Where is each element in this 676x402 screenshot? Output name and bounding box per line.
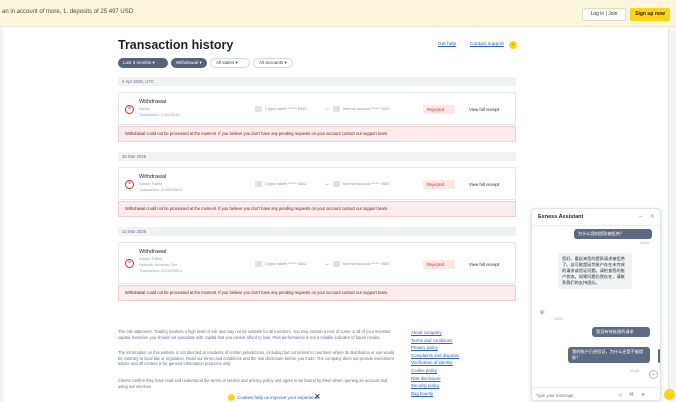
- arrow-right-icon: →: [324, 106, 330, 112]
- arrow-right-icon: →: [324, 181, 330, 187]
- footer-link[interactable]: Risk disclosure: [411, 375, 521, 383]
- chat-title: Exness Assistant: [538, 214, 584, 220]
- arrow-right-icon[interactable]: ›: [509, 41, 517, 49]
- error-message: Withdrawal could not be processed at the…: [118, 126, 516, 142]
- signup-button[interactable]: Sign up now: [630, 8, 670, 21]
- transaction-status-line: Status: [139, 107, 150, 111]
- date-header: 26 Mar 2025: [118, 152, 516, 161]
- status-badge: Rejected: [423, 260, 455, 269]
- transaction-id: Transaction: 170029113: [139, 113, 180, 117]
- footer-link[interactable]: Terms and conditions: [411, 337, 521, 345]
- transaction-card[interactable]: × Withdrawal Status Transaction: 1700291…: [118, 92, 516, 125]
- transaction-from: Crypto wallet ****** 4502: [265, 182, 307, 186]
- transaction-network: Network: Arbitrum One: [139, 263, 178, 267]
- footer-link[interactable]: Bug bounty: [411, 390, 521, 398]
- transaction-status-line: Status: Failed: [139, 257, 163, 261]
- message-time: 13:01: [554, 317, 563, 321]
- transaction-status-line: Status: Failed: [139, 182, 163, 186]
- error-message: Withdrawal could not be processed at the…: [118, 201, 516, 217]
- view-receipt-link[interactable]: View full receipt: [469, 107, 499, 112]
- status-badge: Rejected: [423, 180, 455, 189]
- emoji-icon[interactable]: ☺: [618, 392, 623, 398]
- wallet-icon: [255, 261, 262, 267]
- transaction-type: Withdrawal: [139, 249, 167, 255]
- rejected-icon: ×: [125, 105, 134, 114]
- account-icon: [333, 261, 340, 267]
- footer-link[interactable]: Cookie policy: [411, 367, 521, 375]
- notification-banner: an in account of more, 1. deposits of 25…: [0, 0, 676, 27]
- filter-transaction-type[interactable]: Withdrawal ▾: [171, 58, 207, 68]
- view-receipt-link[interactable]: View full receipt: [469, 182, 499, 187]
- banner-text: an in account of more, 1. deposits of 25…: [2, 9, 134, 15]
- account-icon: [333, 106, 340, 112]
- transaction-from: Crypto wallet ****** 4502: [265, 262, 307, 266]
- account-icon: [333, 181, 340, 187]
- chat-widget: Exness Assistant – ✕ 为什么我的提款被拒绝？ 13:01 您…: [531, 208, 661, 401]
- chat-scrollbar[interactable]: [658, 349, 660, 363]
- user-message: 我没有待处理的请求: [592, 327, 650, 337]
- cookie-text: Cookies help us improve your experience: [237, 395, 320, 400]
- help-link[interactable]: Get help: [438, 42, 456, 47]
- message-time: 13:02: [630, 369, 639, 373]
- error-message: Withdrawal could not be processed at the…: [118, 285, 516, 301]
- transaction-id: Transaction: 2149025613: [139, 188, 182, 192]
- footer-link[interactable]: Complaints and disputes: [411, 352, 521, 360]
- transaction-id: Transaction: 2141925913: [139, 269, 182, 273]
- user-message: 为什么我的提款被拒绝？: [574, 229, 652, 239]
- chat-header: Exness Assistant – ✕: [532, 209, 660, 226]
- chat-message-input[interactable]: [536, 391, 610, 400]
- arrow-right-icon: →: [324, 261, 330, 267]
- user-message: 我的账户已经验证，为什么还是不能提款？: [568, 347, 650, 363]
- filter-status[interactable]: All states ▾: [210, 58, 250, 68]
- cookie-icon: [228, 394, 235, 402]
- attach-icon[interactable]: ⌘: [629, 392, 634, 398]
- transaction-to: Internal account ****** 7820: [343, 182, 390, 186]
- transaction-type: Withdrawal: [139, 99, 167, 105]
- transaction-to: Internal account ****** 7820: [343, 107, 390, 111]
- assistant-message: 您好，看起来您的提款请求被拒绝了。这可能是因为账户存在未完成的请求或验证问题。请…: [558, 253, 632, 289]
- filter-date-range[interactable]: Last 3 months ▾: [118, 58, 168, 68]
- wallet-icon: [255, 181, 262, 187]
- transaction-to: Internal account ****** 7820: [343, 262, 390, 266]
- chat-launcher-icon[interactable]: [664, 389, 675, 400]
- footer-legal-text: The information on this website is not d…: [118, 350, 395, 367]
- rejected-icon: ×: [125, 259, 134, 268]
- wallet-icon: [255, 106, 262, 112]
- footer-risk-text: The risk statement. Trading involves a h…: [118, 329, 391, 340]
- left-edge: [0, 27, 3, 402]
- support-link[interactable]: Contact support: [470, 42, 504, 47]
- footer-links: About company Terms and conditions Priva…: [411, 329, 521, 397]
- page-title: Transaction history: [118, 38, 234, 52]
- transaction-card[interactable]: × Withdrawal Status: Failed Transaction:…: [118, 167, 516, 200]
- rejected-icon: ×: [125, 180, 134, 189]
- view-receipt-link[interactable]: View full receipt: [469, 262, 499, 267]
- transaction-from: Crypto wallet ****** 8342: [265, 107, 307, 111]
- page-scrollbar[interactable]: [668, 27, 676, 402]
- scroll-down-icon[interactable]: ⌄: [649, 370, 658, 379]
- close-icon[interactable]: ✕: [314, 393, 321, 401]
- transaction-card[interactable]: × Withdrawal Status: Failed Network: Arb…: [118, 242, 516, 284]
- login-button[interactable]: Log in | Join: [582, 8, 626, 21]
- send-icon[interactable]: ➤: [641, 392, 645, 398]
- minimize-icon[interactable]: –: [639, 214, 642, 220]
- filter-account[interactable]: All accounts ▾: [253, 58, 293, 68]
- message-time: 13:01: [640, 241, 649, 245]
- footer-link[interactable]: Privacy policy: [411, 344, 521, 352]
- date-header: 2 Apr 2025, UTC: [118, 77, 516, 86]
- footer-link[interactable]: Security policy: [411, 382, 521, 390]
- close-icon[interactable]: ✕: [650, 214, 655, 220]
- status-badge: Rejected: [423, 105, 455, 114]
- footer-link[interactable]: Verification of identity: [411, 359, 521, 367]
- date-header: 14 Mar 2025: [118, 227, 516, 236]
- chat-input-bar: ☺ ⌘ ➤: [532, 387, 660, 400]
- transaction-type: Withdrawal: [139, 174, 167, 180]
- footer-link[interactable]: About company: [411, 329, 521, 337]
- bot-avatar-icon: ◉: [539, 309, 545, 315]
- footer-terms-text: Clients confirm they have read and under…: [118, 378, 388, 389]
